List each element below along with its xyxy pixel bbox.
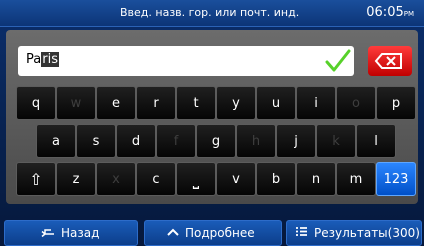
back-label: Назад [61,226,100,240]
space-key[interactable]: ⎵ [176,162,216,196]
key-r[interactable]: r [136,86,176,120]
back-button[interactable]: Назад [4,220,138,246]
autocomplete-suggestion: ris [41,52,59,67]
screen-title: Введ. назв. гор. или почт. инд. [120,6,300,19]
key-n[interactable]: n [296,162,336,196]
key-k: k [316,124,356,158]
more-button[interactable]: Подробнее [144,220,282,246]
shift-icon: ⇧ [29,170,43,189]
key-w: w [56,86,96,120]
space-icon: ⎵ [192,170,200,189]
clock-time: 06:05 [366,5,404,20]
clock: 06:05PM [366,5,414,20]
backspace-button[interactable] [368,46,412,76]
chevron-up-icon [167,221,179,245]
key-d[interactable]: d [116,124,156,158]
key-h: h [236,124,276,158]
key-l[interactable]: l [356,124,396,158]
bottom-bar: Назад Подробнее Результаты(300) [0,220,424,246]
key-u[interactable]: u [256,86,296,120]
results-button[interactable]: Результаты(300) [286,220,422,246]
key-t[interactable]: t [176,86,216,120]
confirm-button[interactable] [324,48,352,74]
input-text: Paris [26,52,59,67]
nav-screen: Введ. назв. гор. или почт. инд. 06:05PM … [0,0,424,246]
key-a[interactable]: a [36,124,76,158]
list-icon [295,221,308,245]
key-z[interactable]: z [56,162,96,196]
key-f: f [156,124,196,158]
key-c[interactable]: c [136,162,176,196]
typed-text: Pa [26,52,42,67]
key-q[interactable]: q [16,86,56,120]
key-v[interactable]: v [216,162,256,196]
search-input[interactable]: Paris [18,46,354,76]
key-b[interactable]: b [256,162,296,196]
key-x: x [96,162,136,196]
top-bar: Введ. назв. гор. или почт. инд. 06:05PM [0,0,424,27]
clock-ampm: PM [403,10,414,18]
key-o: o [336,86,376,120]
key-i[interactable]: i [296,86,336,120]
key-g[interactable]: g [196,124,236,158]
results-label: Результаты(300) [314,226,420,240]
key-s[interactable]: s [76,124,116,158]
checkmark-icon [325,49,351,72]
numbers-key[interactable]: 123 [376,162,416,196]
key-y[interactable]: y [216,86,256,120]
key-j[interactable]: j [276,124,316,158]
key-p[interactable]: p [376,86,416,120]
back-arrow-icon [41,221,55,245]
key-m[interactable]: m [336,162,376,196]
more-label: Подробнее [185,226,255,240]
backspace-icon [374,53,402,69]
shift-key[interactable]: ⇧ [16,162,56,196]
key-e[interactable]: e [96,86,136,120]
